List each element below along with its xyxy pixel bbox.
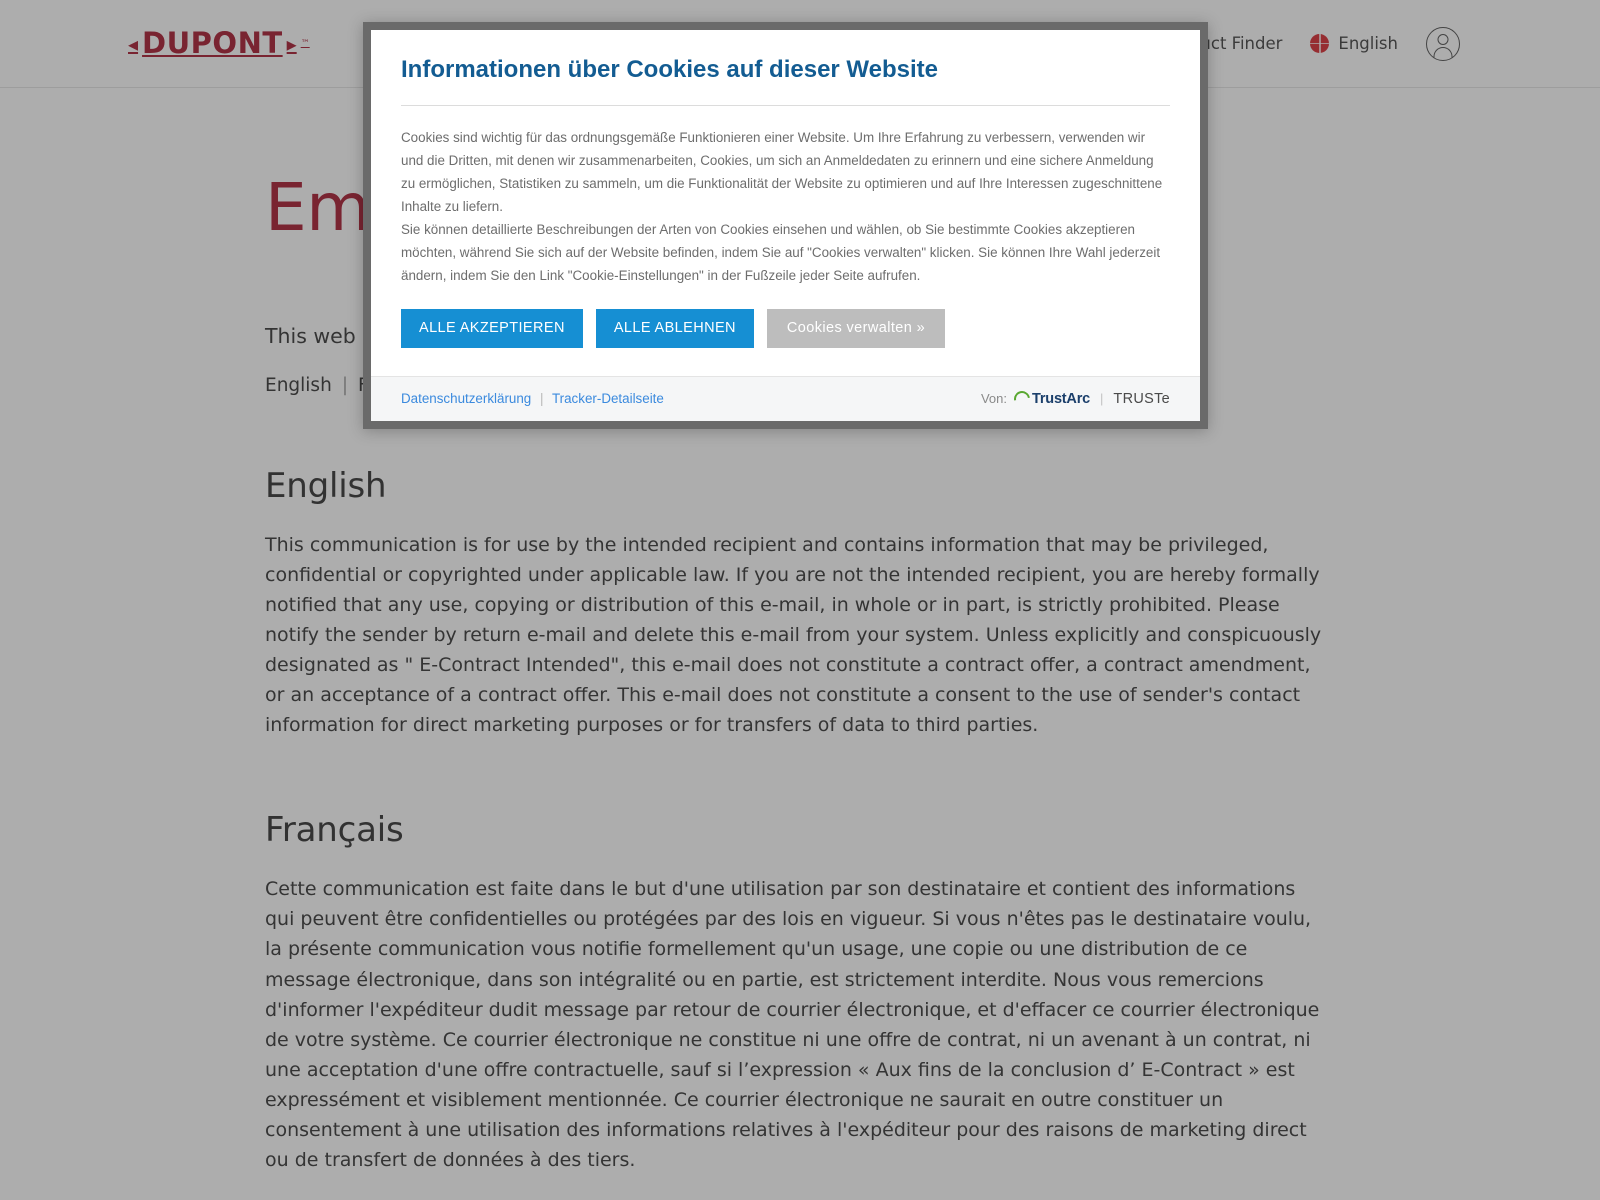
cookie-dialog-header: Informationen über Cookies auf dieser We… bbox=[371, 30, 1200, 106]
trustarc-logo: TrustArc bbox=[1010, 387, 1091, 410]
cookie-paragraph-2: Sie können detaillierte Beschreibungen d… bbox=[401, 221, 1161, 284]
footer-link-separator: | bbox=[540, 391, 544, 407]
cookie-consent-dialog: Informationen über Cookies auf dieser We… bbox=[363, 22, 1208, 429]
provided-by-label: Von: bbox=[980, 391, 1007, 407]
cookie-paragraph-1: Cookies sind wichtig für das ordnungsgem… bbox=[401, 129, 1163, 214]
cookie-dialog-footer: Datenschutzerklärung | Tracker-Detailsei… bbox=[371, 375, 1200, 421]
trustarc-swoosh-icon bbox=[1010, 387, 1034, 410]
consent-provider-brand: Von: TrustArc | TRUSTe bbox=[980, 387, 1170, 410]
manage-cookies-button[interactable]: Cookies verwalten » bbox=[766, 309, 946, 348]
accept-all-cookies-button[interactable]: ALLE AKZEPTIEREN bbox=[401, 309, 583, 348]
cookie-dialog-body: Cookies sind wichtig für das ordnungsgem… bbox=[371, 106, 1200, 291]
brand-separator: | bbox=[1100, 391, 1104, 407]
cookie-dialog-actions: ALLE AKZEPTIEREN ALLE ABLEHNEN Cookies v… bbox=[371, 291, 1200, 376]
privacy-policy-link[interactable]: Datenschutzerklärung bbox=[401, 391, 531, 406]
reject-all-cookies-button[interactable]: ALLE ABLEHNEN bbox=[595, 309, 754, 348]
trustarc-wordmark: TrustArc bbox=[1031, 390, 1091, 407]
cookie-footer-links: Datenschutzerklärung | Tracker-Detailsei… bbox=[401, 391, 664, 406]
cookie-dialog-inner: Informationen über Cookies auf dieser We… bbox=[371, 30, 1200, 421]
cookie-dialog-title: Informationen über Cookies auf dieser We… bbox=[401, 56, 938, 83]
tracker-details-link[interactable]: Tracker-Detailseite bbox=[552, 391, 664, 406]
truste-wordmark: TRUSTe bbox=[1113, 390, 1170, 407]
